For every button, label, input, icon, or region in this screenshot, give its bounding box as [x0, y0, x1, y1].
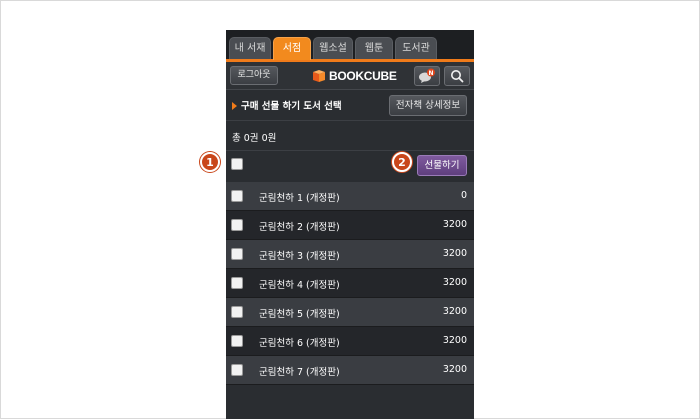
logo-text: BOOKCUBE: [329, 69, 397, 83]
book-price: 3200: [442, 306, 467, 317]
total-summary: 총 0권 0원: [232, 133, 277, 144]
search-button[interactable]: [444, 66, 470, 86]
book-checkbox[interactable]: [231, 190, 243, 202]
logout-button[interactable]: 로그아웃: [230, 66, 278, 85]
book-price: 3200: [442, 335, 467, 346]
book-price: 3200: [442, 248, 467, 259]
selection-title: 구매 선물 하기 도서 선택: [241, 101, 342, 112]
callout-badge-1: 1: [200, 152, 220, 172]
speech-bubble-icon: N: [419, 68, 435, 83]
selection-header: 구매 선물 하기 도서 선택 전자책 상세정보: [226, 91, 474, 121]
arrow-right-icon: [232, 102, 237, 110]
book-checkbox[interactable]: [231, 277, 243, 289]
book-checkbox[interactable]: [231, 335, 243, 347]
search-icon: [451, 70, 464, 83]
tab-web-novel[interactable]: 웹소설: [313, 37, 353, 59]
book-logo-icon: [313, 69, 325, 82]
book-title: 군림천하 7 (개정판): [259, 367, 340, 378]
bookcube-logo[interactable]: BOOKCUBE: [312, 68, 397, 84]
book-checkbox[interactable]: [231, 219, 243, 231]
total-row: 총 0권 0원: [226, 122, 474, 150]
book-checkbox[interactable]: [231, 306, 243, 318]
list-item[interactable]: 군림천하 2 (개정판) 3200: [226, 211, 474, 240]
list-item[interactable]: 군림천하 7 (개정판) 3200: [226, 356, 474, 385]
callout-badge-2: 2: [392, 152, 412, 172]
ebook-detail-button[interactable]: 전자책 상세정보: [389, 95, 467, 116]
tab-webtoon[interactable]: 웹툰: [355, 37, 393, 59]
app-screen: 내 서재 서점 웹소설 웹툰 도서관 로그아웃 BOOKCUBE N 구매 선물…: [226, 30, 474, 419]
list-item[interactable]: 군림천하 5 (개정판) 3200: [226, 298, 474, 327]
list-item[interactable]: 군림천하 1 (개정판) 0: [226, 182, 474, 211]
notice-badge-text: N: [428, 70, 433, 77]
book-checkbox[interactable]: [231, 248, 243, 260]
book-title: 군림천하 3 (개정판): [259, 251, 340, 262]
book-price: 3200: [442, 364, 467, 375]
book-checkbox[interactable]: [231, 364, 243, 376]
book-price: 0: [460, 190, 467, 201]
tab-library[interactable]: 도서관: [395, 37, 437, 59]
book-title: 군림천하 4 (개정판): [259, 280, 340, 291]
header-bar: 로그아웃 BOOKCUBE N: [226, 62, 474, 90]
notice-button[interactable]: N: [414, 66, 440, 86]
select-all-checkbox[interactable]: [231, 158, 243, 170]
book-price: 3200: [442, 219, 467, 230]
list-item[interactable]: 군림천하 6 (개정판) 3200: [226, 327, 474, 356]
book-price: 3200: [442, 277, 467, 288]
tab-my-library[interactable]: 내 서재: [229, 37, 271, 59]
list-item[interactable]: 군림천하 3 (개정판) 3200: [226, 240, 474, 269]
action-row: 선물하기: [226, 150, 474, 182]
book-title: 군림천하 5 (개정판): [259, 309, 340, 320]
book-title: 군림천하 2 (개정판): [259, 222, 340, 233]
list-item[interactable]: 군림천하 4 (개정판) 3200: [226, 269, 474, 298]
book-title: 군림천하 1 (개정판): [259, 193, 340, 204]
book-title: 군림천하 6 (개정판): [259, 338, 340, 349]
tab-store[interactable]: 서점: [273, 37, 311, 60]
gift-button[interactable]: 선물하기: [417, 155, 467, 176]
tab-bar: 내 서재 서점 웹소설 웹툰 도서관: [226, 30, 474, 62]
book-list: 군림천하 1 (개정판) 0 군림천하 2 (개정판) 3200 군림천하 3 …: [226, 182, 474, 385]
